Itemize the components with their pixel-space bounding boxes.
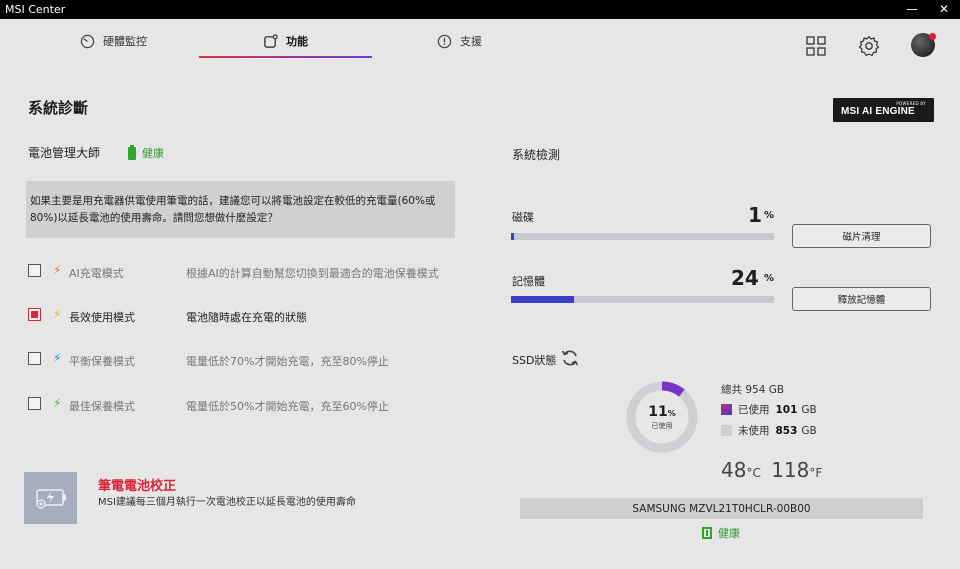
- ssd-total: 總共 954 GB: [721, 384, 785, 396]
- ssd-model: SAMSUNG MZVL21T0HCLR-00B00: [520, 498, 923, 519]
- ssd-temperature: 48°C 118°F: [721, 458, 822, 482]
- battery-icon: [128, 144, 136, 160]
- temp-f-value: 118: [771, 458, 810, 482]
- disk-label: 磁碟: [512, 211, 534, 224]
- refresh-icon[interactable]: [560, 348, 580, 368]
- memory-label: 記憶體: [512, 275, 545, 288]
- active-tab-indicator: [199, 56, 372, 58]
- gauge-icon: [80, 34, 95, 48]
- option-desc: 電量低於70%才開始充電，充至80%停止: [186, 355, 389, 368]
- option-label: AI充電模式: [69, 267, 124, 280]
- legend-unused-swatch: [721, 425, 732, 436]
- lightning-icon: ⚡: [53, 263, 62, 277]
- checkbox[interactable]: [28, 352, 41, 365]
- disk-value: 1: [748, 203, 762, 227]
- donut-center: 11% 已使用: [625, 380, 699, 454]
- ssd-health-text: 健康: [718, 527, 740, 540]
- page-title: 系統診斷: [28, 99, 89, 117]
- title-bar: MSI Center — ✕: [0, 0, 960, 19]
- app-title: MSI Center: [5, 3, 66, 16]
- disk-cleanup-button[interactable]: 磁片清理: [792, 224, 931, 248]
- lightning-icon: ⚡: [53, 351, 62, 365]
- lightning-icon: ⚡: [53, 307, 62, 321]
- option-long-life[interactable]: ⚡ 長效使用模式 電池隨時處在充電的狀態: [28, 307, 458, 324]
- battery-calibration-button[interactable]: [24, 472, 77, 524]
- legend-unused: 未使用 853 GB: [721, 423, 817, 438]
- disk-unit: %: [764, 210, 775, 221]
- legend-used-unit: GB: [801, 403, 817, 416]
- memory-value: 24: [731, 266, 759, 290]
- disk-usage-bar: [511, 233, 774, 240]
- option-desc: 電量低於50%才開始充電，充至60%停止: [186, 400, 389, 413]
- feature-icon: [264, 33, 278, 48]
- option-label: 最佳保養模式: [69, 400, 135, 413]
- ssd-health-icon: [702, 527, 712, 539]
- free-memory-button[interactable]: 釋放記憶體: [792, 287, 931, 311]
- ssd-used-sublabel: 已使用: [651, 421, 673, 430]
- legend-used-swatch: [721, 404, 732, 415]
- battery-info-box: 如果主要是用充電器供電使用筆電的話，建議您可以將電池設定在較低的充電量(60%或…: [26, 181, 455, 238]
- legend-used: 已使用 101 GB: [721, 402, 817, 417]
- temp-c-value: 48: [721, 458, 747, 482]
- legend-unused-unit: GB: [801, 424, 817, 437]
- disk-usage-fill: [511, 233, 514, 240]
- option-ai-charge[interactable]: ⚡ AI充電模式 根據AI的計算自動幫您切換到最適合的電池保養模式: [28, 263, 458, 280]
- tab-hardware-monitor[interactable]: 硬體監控: [80, 33, 147, 49]
- checkbox[interactable]: [28, 264, 41, 277]
- ssd-used-percent: 11%: [648, 404, 676, 420]
- ssd-status-label: SSD狀態: [512, 354, 557, 367]
- tab-features[interactable]: 功能: [263, 33, 308, 49]
- checkbox[interactable]: [28, 397, 41, 410]
- legend-used-label: 已使用: [738, 404, 770, 416]
- option-desc: 電池隨時處在充電的狀態: [186, 311, 307, 324]
- legend-unused-value: 853: [775, 424, 798, 437]
- notification-dot: [929, 33, 936, 40]
- msi-ai-engine-logo: POWERED BY MSI AI ENGINE: [833, 98, 934, 122]
- legend-unused-label: 未使用: [738, 425, 770, 437]
- tab-label: 支援: [460, 35, 482, 48]
- battery-section-title: 電池管理大師: [28, 146, 101, 160]
- battery-calibration-icon: [35, 489, 66, 509]
- option-best-care[interactable]: ⚡ 最佳保養模式 電量低於50%才開始充電，充至60%停止: [28, 396, 458, 413]
- ssd-used-percent-unit: %: [667, 408, 676, 418]
- option-balanced[interactable]: ⚡ 平衡保養模式 電量低於70%才開始充電，充至80%停止: [28, 351, 458, 368]
- close-button[interactable]: ✕: [934, 1, 954, 17]
- option-label: 平衡保養模式: [69, 355, 135, 368]
- option-desc: 根據AI的計算自動幫您切換到最適合的電池保養模式: [186, 267, 439, 280]
- calibration-desc: MSI建議每三個月執行一次電池校正以延長電池的使用壽命: [98, 497, 356, 508]
- battery-health-badge: 健康: [128, 144, 164, 161]
- alert-circle-icon: [437, 34, 452, 48]
- option-label: 長效使用模式: [69, 311, 135, 324]
- lightning-icon: ⚡: [53, 396, 62, 410]
- ssd-used-percent-value: 11: [648, 403, 668, 420]
- ai-badge-title: MSI AI ENGINE: [841, 106, 915, 117]
- memory-usage-fill: [511, 296, 575, 303]
- tab-label: 功能: [286, 35, 308, 48]
- system-section-title: 系統檢測: [512, 148, 561, 162]
- calibration-title[interactable]: 筆電電池校正: [98, 475, 176, 494]
- gear-icon[interactable]: [858, 35, 880, 57]
- memory-usage-bar: [511, 296, 774, 303]
- ssd-health-badge: 健康: [702, 525, 740, 541]
- tab-label: 硬體監控: [103, 35, 147, 48]
- legend-used-value: 101: [775, 403, 798, 416]
- tab-support[interactable]: 支援: [437, 33, 482, 49]
- battery-health-text: 健康: [142, 147, 164, 160]
- checkbox[interactable]: [28, 308, 41, 321]
- apps-grid-icon[interactable]: [805, 35, 827, 57]
- minimize-button[interactable]: —: [902, 1, 922, 17]
- temp-c-unit: °C: [746, 466, 761, 480]
- memory-unit: %: [764, 273, 775, 284]
- temp-f-unit: °F: [809, 466, 823, 480]
